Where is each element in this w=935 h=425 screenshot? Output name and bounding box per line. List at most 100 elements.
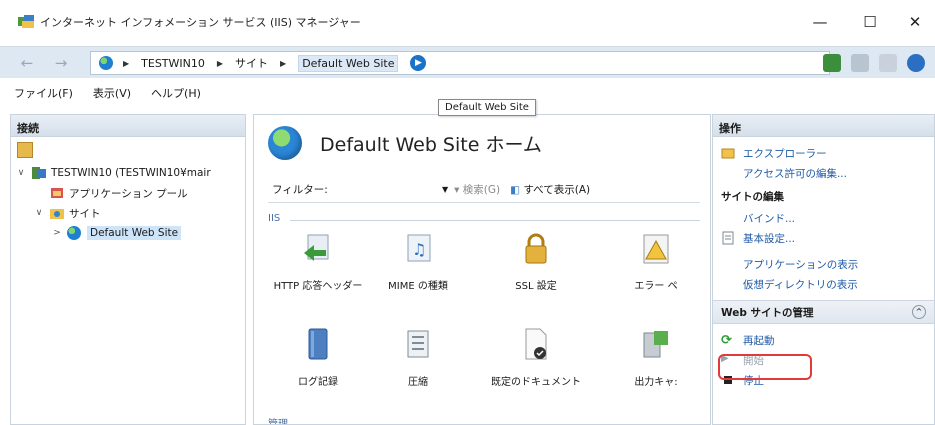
folder-icon: [721, 146, 735, 160]
search-button[interactable]: ▾ 検索(G): [454, 182, 500, 197]
refresh-icon[interactable]: [879, 54, 897, 72]
breadcrumb-server[interactable]: TESTWIN10: [141, 57, 205, 70]
feature-label: 圧縮: [408, 377, 428, 388]
show-all-label: すべて表示(A): [523, 184, 591, 196]
back-button[interactable]: ←: [14, 52, 40, 74]
tooltip: Default Web Site: [438, 99, 536, 116]
collapse-icon[interactable]: ^: [912, 305, 926, 319]
output-caching-icon: [638, 327, 674, 363]
view-applications-action[interactable]: アプリケーションの表示: [713, 254, 934, 274]
tree-item-sites[interactable]: ∨ サイト: [15, 203, 245, 223]
explore-label: エクスプローラー: [743, 147, 827, 160]
manage-website-section[interactable]: Web サイトの管理 ^: [713, 300, 934, 324]
go-button[interactable]: ▶: [410, 55, 427, 71]
settings-doc-icon: [721, 231, 735, 245]
tree-item-app-pools[interactable]: アプリケーション プール: [15, 183, 245, 203]
features-pane: Default Web Site ホーム フィルター: ▼ ▾ 検索(G) ◧ …: [253, 114, 711, 425]
group-header-iis: IIS: [268, 213, 281, 224]
breadcrumb-sep: ▶: [280, 58, 287, 68]
globe-icon: [99, 56, 113, 70]
chevron-down-icon[interactable]: ∨: [33, 208, 45, 218]
connections-tree: ∨ TESTWIN10 (TESTWIN10¥mair アプリケーション プール…: [11, 163, 245, 243]
feature-mime-types[interactable]: ♫ MIME の種類: [368, 231, 468, 292]
forward-button[interactable]: →: [48, 52, 74, 74]
menu-help[interactable]: ヘルプ(H): [151, 85, 201, 101]
feature-logging[interactable]: ログ記録: [268, 327, 368, 388]
breadcrumb-sep: ▶: [216, 58, 224, 68]
page-header: Default Web Site ホーム: [254, 115, 710, 171]
breadcrumb-sites[interactable]: サイト: [235, 55, 268, 71]
chevron-down-icon[interactable]: ∨: [15, 168, 27, 178]
group-divider: [290, 220, 700, 221]
address-bar: ← → ▶ TESTWIN10 ▶ サイト ▶ Default Web Site…: [0, 46, 935, 78]
feature-http-response-headers[interactable]: HTTP 応答ヘッダー: [268, 231, 368, 292]
edit-site-title: サイトの編集: [721, 191, 784, 203]
breadcrumb[interactable]: ▶ TESTWIN10 ▶ サイト ▶ Default Web Site ▶: [90, 51, 830, 75]
ssl-lock-icon: [518, 231, 554, 267]
edit-permissions-action[interactable]: アクセス許可の編集...: [713, 163, 934, 183]
window-title: インターネット インフォメーション サービス (IIS) マネージャー: [40, 16, 361, 29]
manage-website-title: Web サイトの管理: [721, 306, 814, 319]
page-title: Default Web Site ホーム: [320, 133, 542, 156]
group-header-management: 管理: [268, 419, 288, 425]
feature-ssl-settings[interactable]: SSL 設定: [486, 231, 586, 292]
http-response-headers-icon: [300, 231, 336, 267]
save-icon[interactable]: [851, 54, 869, 72]
feature-error-pages[interactable]: エラー ペ: [606, 231, 706, 292]
breadcrumb-site[interactable]: Default Web Site: [298, 54, 399, 72]
menu-view[interactable]: 表示(V): [93, 85, 131, 101]
close-button[interactable]: ✕: [895, 10, 935, 34]
restart-icon: ⟳: [721, 333, 732, 348]
connect-icon[interactable]: [823, 54, 841, 72]
mime-types-icon: ♫: [400, 231, 436, 267]
feature-default-document[interactable]: 既定のドキュメント: [486, 327, 586, 388]
tree-item-label: Default Web Site: [87, 226, 182, 240]
chevron-right-icon[interactable]: >: [51, 228, 63, 238]
basic-settings-action[interactable]: 基本設定...: [713, 228, 934, 248]
feature-label: 既定のドキュメント: [491, 377, 581, 388]
tree-item-label: アプリケーション プール: [69, 187, 188, 200]
feature-output-caching[interactable]: 出力キャ:: [606, 327, 706, 388]
explore-action[interactable]: エクスプローラー: [713, 143, 934, 163]
tree-item-label: TESTWIN10 (TESTWIN10¥mair: [51, 167, 211, 179]
help-icon[interactable]: [907, 54, 925, 72]
breadcrumb-sep: ▶: [123, 58, 130, 68]
bindings-action[interactable]: バインド...: [713, 208, 934, 228]
basic-settings-label: 基本設定...: [743, 232, 796, 245]
tree-item-server[interactable]: ∨ TESTWIN10 (TESTWIN10¥mair: [15, 163, 245, 183]
svg-text:♫: ♫: [412, 240, 426, 259]
feature-label: エラー ペ: [634, 281, 678, 292]
restart-label: 再起動: [743, 334, 775, 347]
iis-app-icon: [18, 15, 36, 29]
default-document-icon: [518, 327, 554, 363]
maximize-button[interactable]: ☐: [850, 10, 890, 34]
sites-folder-icon: [49, 206, 65, 220]
search-label: 検索(G): [462, 184, 501, 196]
connections-toolbar: [11, 137, 245, 163]
title-bar: インターネット インフォメーション サービス (IIS) マネージャー — ☐ …: [0, 0, 935, 46]
feature-label: SSL 設定: [515, 281, 557, 292]
filter-dropdown-icon[interactable]: ▼: [442, 185, 448, 194]
toolbar-icons: [823, 54, 925, 72]
folder-up-icon[interactable]: [17, 142, 33, 158]
compression-icon: [400, 327, 436, 363]
connections-header: 接続: [11, 115, 245, 137]
show-all-icon: ◧: [510, 184, 521, 196]
logging-icon: [300, 327, 336, 363]
feature-label: ログ記録: [298, 377, 338, 388]
minimize-button[interactable]: —: [800, 10, 840, 34]
show-all-button[interactable]: ◧ すべて表示(A): [510, 182, 590, 197]
restart-action[interactable]: ⟳ 再起動: [713, 330, 934, 350]
view-virtual-dirs-action[interactable]: 仮想ディレクトリの表示: [713, 274, 934, 294]
menu-file[interactable]: ファイル(F): [14, 85, 73, 101]
server-icon: [31, 166, 47, 180]
globe-icon: [268, 126, 302, 160]
tree-item-default-web-site[interactable]: > Default Web Site: [15, 223, 245, 243]
feature-label: HTTP 応答ヘッダー: [273, 281, 363, 292]
error-pages-icon: [638, 231, 674, 267]
tree-item-label: サイト: [69, 207, 101, 220]
filter-input[interactable]: フィルター:: [272, 182, 442, 197]
filter-bar: フィルター: ▼ ▾ 検索(G) ◧ すべて表示(A): [268, 177, 700, 203]
feature-compression[interactable]: 圧縮: [368, 327, 468, 388]
restart-highlight: [718, 354, 812, 380]
